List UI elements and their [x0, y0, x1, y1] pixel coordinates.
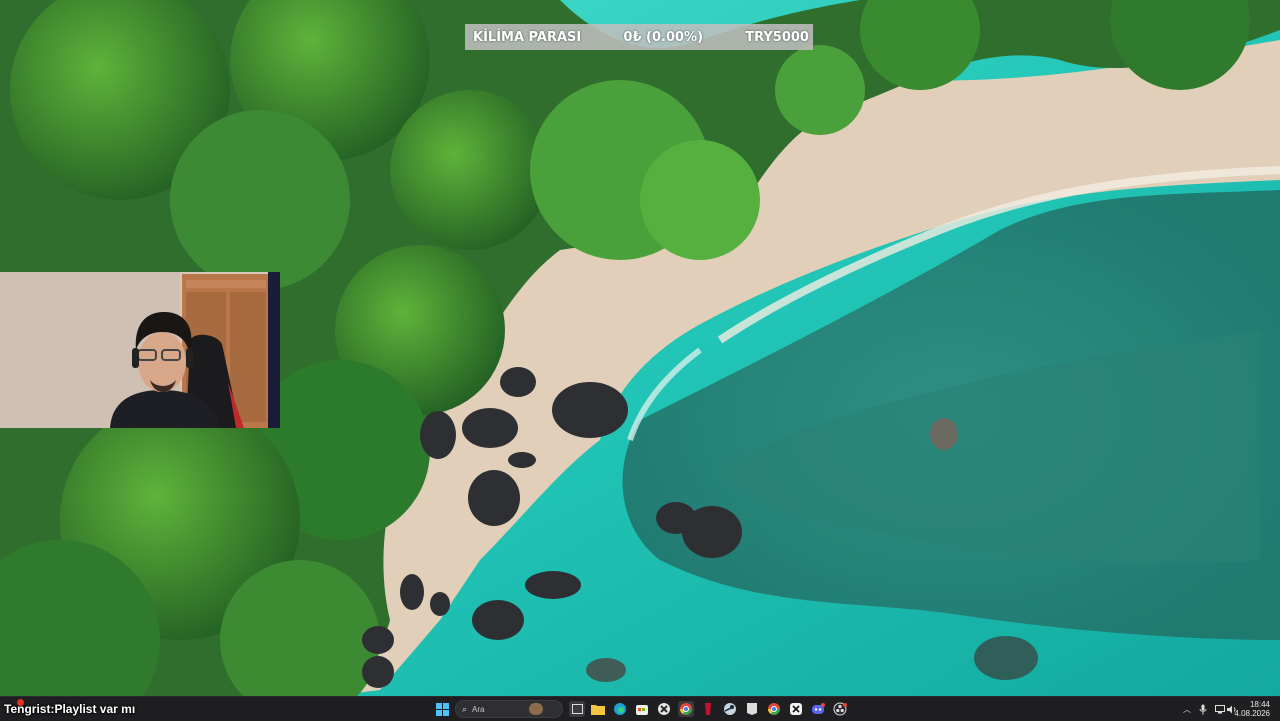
chat-text: Playlist var mı [54, 702, 136, 716]
goal-label: KİLİMA PARASI [473, 29, 582, 45]
search-icon: ⌕ [462, 703, 468, 714]
clock-time: 18:44 [1249, 700, 1270, 709]
goal-target: TRY5000 [745, 29, 809, 45]
chrome-icon[interactable] [678, 701, 694, 717]
clock-date: 4.08.2026 [1234, 709, 1270, 718]
search-highlight-icon [529, 703, 544, 715]
chrome-alt-icon[interactable] [766, 701, 782, 717]
edge-icon[interactable] [612, 701, 628, 717]
task-view-icon[interactable] [569, 701, 585, 717]
microphone-icon[interactable] [1198, 701, 1208, 717]
red-app-icon[interactable] [700, 701, 716, 717]
discord-icon[interactable] [810, 701, 826, 717]
search-input[interactable] [472, 704, 533, 714]
goal-progress-text: 0₺ (0.00%) [623, 29, 704, 45]
steam-icon[interactable] [722, 701, 738, 717]
capcut-icon[interactable] [788, 701, 804, 717]
epic-games-icon[interactable] [744, 701, 760, 717]
live-indicator-icon [17, 699, 24, 706]
file-explorer-icon[interactable] [590, 701, 606, 717]
obs-icon[interactable] [832, 701, 848, 717]
store-icon[interactable] [634, 701, 650, 717]
donation-goal-bar: KİLİMA PARASI 0₺ (0.00%) TRY5000 [465, 24, 813, 50]
taskbar-search-box[interactable]: ⌕ [455, 700, 563, 718]
clock[interactable]: 18:44 4.08.2026 [1234, 700, 1270, 718]
taskbar: ⌕ ︿ [0, 696, 1280, 721]
chat-message: Tengrist : Playlist var mı [4, 699, 136, 718]
windows-start-icon[interactable] [434, 701, 450, 717]
xbox-icon[interactable] [656, 701, 672, 717]
webcam-feed [0, 272, 280, 428]
chevron-up-icon[interactable]: ︿ [1182, 701, 1192, 717]
network-icon[interactable] [1214, 701, 1226, 717]
chat-username: Tengrist [4, 702, 51, 716]
